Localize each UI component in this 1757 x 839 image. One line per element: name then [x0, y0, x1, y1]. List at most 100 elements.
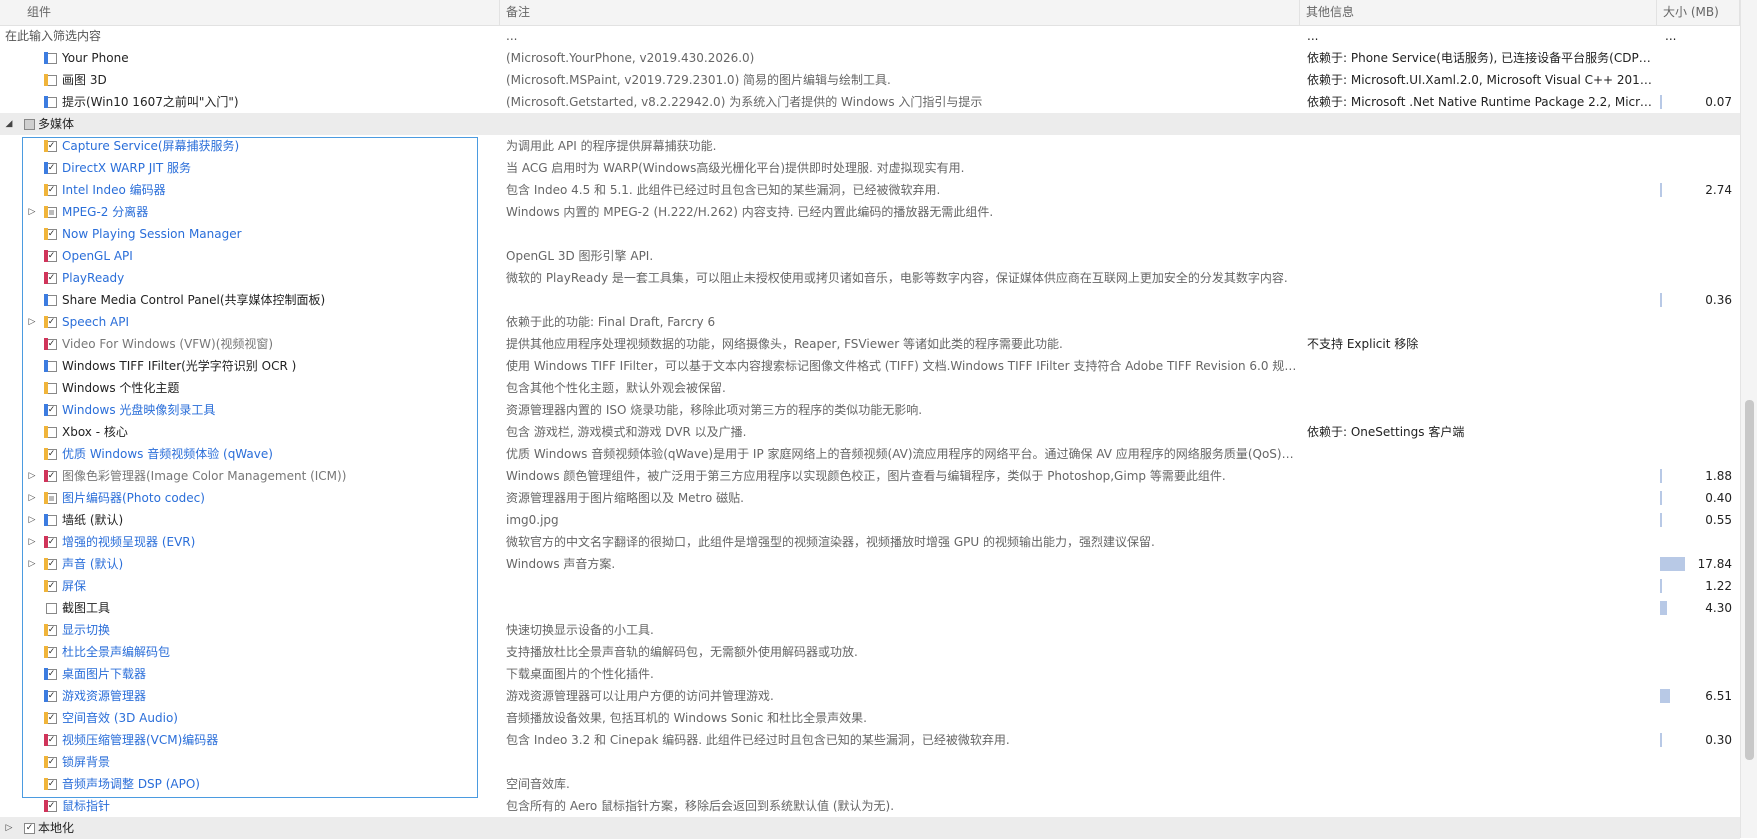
column-header-other-info[interactable]: 其他信息 [1300, 0, 1657, 25]
scrollbar-thumb[interactable] [1745, 400, 1754, 760]
checkbox[interactable] [24, 119, 35, 130]
tree-row[interactable]: Windows TIFF IFilter(光学字符识别 OCR ) 使用 Wind… [0, 355, 1740, 377]
tree-row[interactable]: ▷ MPEG-2 分离器 Windows 内置的 MPEG-2 (H.222/H.2… [0, 201, 1740, 223]
collapse-arrow-icon[interactable]: ◢ [3, 113, 15, 135]
component-name: 提示(Win10 1607之前叫"入门") [62, 95, 239, 109]
filter-row[interactable]: 在此输入筛选内容 ... ... ... [0, 25, 1740, 47]
tree-row[interactable]: ✓ Windows 光盘映像刻录工具 资源管理器内置的 ISO 烧录功能，移除此项对… [0, 399, 1740, 421]
tree-row[interactable]: 画图 3D (Microsoft.MSPaint, v2019.729.2301.… [0, 69, 1740, 91]
tree-row[interactable]: ✓ 锁屏背景 [0, 751, 1740, 773]
tree-row[interactable]: ✓ 视频压缩管理器(VCM)编码器 包含 Indeo 3.2 和 Cinepak 编… [0, 729, 1740, 751]
component-name: Windows TIFF IFilter(光学字符识别 OCR ) [62, 359, 297, 373]
component-name: Your Phone [62, 51, 129, 65]
tree-row[interactable]: ▷ ✓ 增强的视频呈现器 (EVR) 微软官方的中文名字翻译的很拗口，此组件是增强型的… [0, 531, 1740, 553]
status-color-marker [44, 140, 48, 152]
status-color-marker [44, 800, 48, 812]
tree-row[interactable]: ✓ 显示切换 快速切换显示设备的小工具. [0, 619, 1740, 641]
component-size: 0.07 [1705, 95, 1732, 109]
component-size: 0.30 [1705, 733, 1732, 747]
tree-row[interactable]: 截图工具 4.30 [0, 597, 1740, 619]
vertical-scrollbar[interactable] [1740, 0, 1757, 838]
component-name: Video For Windows (VFW)(视频视窗) [62, 337, 274, 351]
tree-row[interactable]: ✓ Intel Indeo 编码器 包含 Indeo 4.5 和 5.1. 此组件已… [0, 179, 1740, 201]
tree-row[interactable]: ✓ 优质 Windows 音频视频体验 (qWave) 优质 Windows 音频视… [0, 443, 1740, 465]
tree-row[interactable]: ▷ 图片编码器(Photo codec) 资源管理器用于图片缩略图以及 Metro … [0, 487, 1740, 509]
column-header-size[interactable]: 大小 (MB) [1657, 0, 1740, 25]
component-tree: 在此输入筛选内容 ... ... ... Your Phone (Microsof… [0, 25, 1740, 839]
tree-row[interactable]: ▷ ✓ 声音 (默认) Windows 声音方案. 17.84 [0, 553, 1740, 575]
category-row[interactable]: ◢ 多媒体 [0, 113, 1740, 135]
tree-row[interactable]: ✓ Now Playing Session Manager [0, 223, 1740, 245]
tree-row[interactable]: Xbox - 核心 包含 游戏栏, 游戏模式和游戏 DVR 以及广播. 依赖于: O… [0, 421, 1740, 443]
status-color-marker [44, 492, 48, 504]
expand-arrow-icon[interactable]: ▷ [26, 487, 38, 509]
checkbox[interactable] [46, 603, 57, 614]
tree-row[interactable]: ✓ Capture Service(屏幕捕获服务) 为调用此 API 的程序提供屏幕… [0, 135, 1740, 157]
status-color-marker [44, 206, 48, 218]
tree-row[interactable]: ✓ PlayReady 微软的 PlayReady 是一套工具集，可以阻止未授权使用… [0, 267, 1740, 289]
expand-arrow-icon[interactable]: ▷ [26, 465, 38, 487]
component-note: 依赖于此的功能: Final Draft, Farcry 6 [506, 315, 716, 329]
tree-row[interactable]: Your Phone (Microsoft.YourPhone, v2019.43… [0, 47, 1740, 69]
status-color-marker [44, 536, 48, 548]
tree-row[interactable]: ✓ 音频声场调整 DSP (APO) 空间音效库. [0, 773, 1740, 795]
component-name: 图像色彩管理器(Image Color Management (ICM)) [62, 469, 347, 483]
component-note: 包含 Indeo 3.2 和 Cinepak 编码器. 此组件已经过时且包含已知… [506, 733, 1010, 747]
component-note: 提供其他应用程序处理视频数据的功能，网络摄像头，Reaper, FSViewer… [506, 337, 1063, 351]
tree-row[interactable]: ✓ DirectX WARP JIT 服务当 ACG 启用时为 WARP(Wind… [0, 157, 1740, 179]
tree-row[interactable]: ✓ 屏保 1.22 [0, 575, 1740, 597]
filter-note[interactable]: ... [506, 25, 1302, 47]
tree-row[interactable]: ✓ 空间音效 (3D Audio) 音频播放设备效果, 包括耳机的 Windows … [0, 707, 1740, 729]
tree-row[interactable]: ✓ Video For Windows (VFW)(视频视窗) 提供其他应用程序处理… [0, 333, 1740, 355]
component-note: 微软官方的中文名字翻译的很拗口，此组件是增强型的视频渲染器，视频播放时增强 GP… [506, 535, 1155, 549]
expand-arrow-icon[interactable]: ▷ [26, 509, 38, 531]
component-name: 屏保 [62, 579, 87, 593]
expand-arrow-icon[interactable]: ▷ [26, 531, 38, 553]
component-size: 17.84 [1697, 557, 1732, 571]
tree-row[interactable]: ✓ OpenGL API OpenGL 3D 图形引擎 API. [0, 245, 1740, 267]
filter-size[interactable]: ... [1665, 25, 1748, 47]
component-note: 优质 Windows 音频视频体验(qWave)是用于 IP 家庭网络上的音频视… [506, 447, 1302, 461]
category-row[interactable]: ▷ ✓ 本地化 [0, 817, 1740, 839]
component-name: MPEG-2 分离器 [62, 205, 149, 219]
tree-row[interactable]: ✓ 桌面图片下载器 下载桌面图片的个性化插件. [0, 663, 1740, 685]
component-other-info: 依赖于: Microsoft .Net Native Runtime Packa… [1307, 95, 1655, 109]
tree-row[interactable]: ✓ 杜比全景声编解码包 支持播放杜比全景声音轨的编解码包，无需额外使用解码器或功放. [0, 641, 1740, 663]
component-note: 音频播放设备效果, 包括耳机的 Windows Sonic 和杜比全景声效果. [506, 711, 867, 725]
expand-arrow-icon[interactable]: ▷ [26, 553, 38, 575]
component-name: 视频压缩管理器(VCM)编码器 [62, 733, 219, 747]
component-note: (Microsoft.YourPhone, v2019.430.2026.0) [506, 51, 755, 65]
component-size: 1.22 [1705, 579, 1732, 593]
component-name: Windows 光盘映像刻录工具 [62, 403, 216, 417]
component-name: PlayReady [62, 271, 125, 285]
component-name: Speech API [62, 315, 130, 329]
expand-arrow-icon[interactable]: ▷ [3, 817, 15, 839]
status-color-marker [44, 96, 48, 108]
tree-row[interactable]: 提示(Win10 1607之前叫"入门") (Microsoft.Getstart… [0, 91, 1740, 113]
filter-other[interactable]: ... [1307, 25, 1655, 47]
component-other-info: 依赖于: OneSettings 客户端 [1307, 425, 1465, 439]
component-size: 6.51 [1705, 689, 1732, 703]
component-size: 2.74 [1705, 183, 1732, 197]
tree-row[interactable]: ✓ 游戏资源管理器 游戏资源管理器可以让用户方便的访问并管理游戏. 6.51 [0, 685, 1740, 707]
expand-arrow-icon[interactable]: ▷ [26, 201, 38, 223]
expand-arrow-icon[interactable]: ▷ [26, 311, 38, 333]
component-note: Windows 内置的 MPEG-2 (H.222/H.262) 内容支持. 已… [506, 205, 994, 219]
component-note: 空间音效库. [506, 777, 570, 791]
status-color-marker [44, 470, 48, 482]
tree-row[interactable]: Windows 个性化主题 包含其他个性化主题，默认外观会被保留. [0, 377, 1740, 399]
component-name: 声音 (默认) [62, 557, 124, 571]
tree-row[interactable]: ▷ ✓ Speech API 依赖于此的功能: Final Draft, Farcry… [0, 311, 1740, 333]
tree-row[interactable]: ✓ 鼠标指针 包含所有的 Aero 鼠标指针方案，移除后会返回到系统默认值 (默认为… [0, 795, 1740, 817]
tree-row[interactable]: Share Media Control Panel(共享媒体控制面板) 0.36 [0, 289, 1740, 311]
component-note: 微软的 PlayReady 是一套工具集，可以阻止未授权使用或拷贝诸如音乐，电影… [506, 271, 1288, 285]
component-name: 音频声场调整 DSP (APO) [62, 777, 200, 791]
filter-input[interactable]: 在此输入筛选内容 [5, 25, 505, 47]
component-other-info: 依赖于: Microsoft.UI.Xaml.2.0, Microsoft Vi… [1307, 73, 1655, 87]
component-note: OpenGL 3D 图形引擎 API. [506, 249, 654, 263]
column-header-note[interactable]: 备注 [500, 0, 1300, 25]
checkbox[interactable]: ✓ [24, 823, 35, 834]
tree-row[interactable]: ▷ 墙纸 (默认) img0.jpg 0.55 [0, 509, 1740, 531]
tree-row[interactable]: ▷ ✓ 图像色彩管理器(Image Color Management (ICM)) W… [0, 465, 1740, 487]
column-header-component[interactable]: 组件 [0, 0, 500, 25]
